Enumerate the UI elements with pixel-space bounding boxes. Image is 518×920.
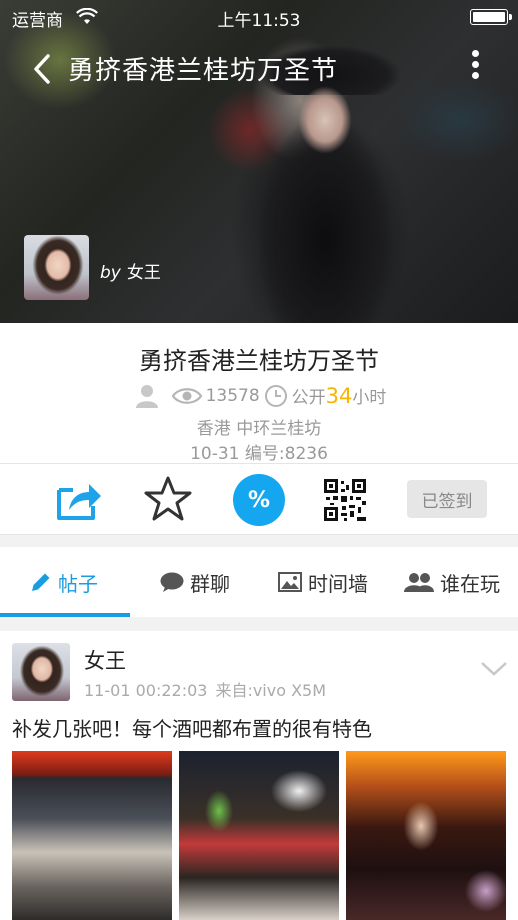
owner-avatar[interactable] [24,235,89,300]
tab-posts[interactable]: 帖子 [30,547,98,617]
status-bar: 运营商 上午11:53 [0,0,518,34]
cover-photo-figure [250,60,400,323]
clock-icon [264,384,287,407]
eye-icon [171,387,202,404]
active-tab-indicator [0,613,130,617]
event-info-card: 勇挤香港兰桂坊万圣节 13578 公开 34 小时 香港 中环兰桂坊 10-31… [0,323,518,464]
tag-icon[interactable]: % [233,474,285,526]
header-title: 勇挤香港兰桂坊万圣节 [68,56,339,86]
tab-time-wall-label: 时间墙 [308,571,368,596]
pencil-icon [32,573,50,591]
post-card[interactable]: 女王 11-01 00:22:03 来自:vivo X5M 补发几张吧！每个酒吧都… [0,631,518,920]
post-author-name[interactable]: 女王 [84,645,126,675]
share-icon[interactable] [55,476,103,522]
favorite-star-icon[interactable] [143,475,193,523]
event-meta-row: 13578 公开 34 小时 [0,383,518,408]
image-icon [278,572,302,592]
checked-in-button[interactable]: 已签到 [407,480,487,518]
event-title: 勇挤香港兰桂坊万圣节 [139,347,379,375]
chevron-down-icon[interactable] [480,661,508,677]
post-photo[interactable] [346,751,506,920]
view-count: 13578 [205,385,260,406]
chat-bubble-icon [160,572,184,592]
post-source: 来自:vivo X5M [215,681,327,700]
event-date-code: 10-31 编号:8236 [190,444,328,464]
post-photo[interactable] [179,751,339,920]
duration-hours: 34 [325,383,353,408]
event-location: 香港 中环兰桂坊 [196,419,322,439]
tab-bar: 帖子 群聊 时间墙 谁在玩 [0,547,518,617]
tab-group-chat[interactable]: 群聊 [160,547,230,617]
post-author-avatar[interactable] [12,643,70,701]
post-meta: 11-01 00:22:03 来自:vivo X5M [84,677,326,701]
duration-unit: 小时 [352,388,387,408]
battery-icon [470,9,512,25]
tab-posts-label: 帖子 [58,571,98,596]
tab-who-is-playing[interactable]: 谁在玩 [404,547,500,617]
owner-name: 女王 [126,263,161,283]
tab-time-wall[interactable]: 时间墙 [278,547,368,617]
action-bar: % 已签到 [0,463,518,535]
owner-byline[interactable]: by 女王 [100,258,161,283]
post-text: 补发几张吧！每个酒吧都布置的很有特色 [12,717,372,741]
person-icon [135,384,158,408]
status-time: 上午11:53 [217,11,301,31]
hero-cover-image: 运营商 上午11:53 勇挤香港兰桂坊万圣节 by 女王 [0,0,518,323]
people-icon [404,573,434,592]
by-label: by [100,263,121,283]
more-options-icon[interactable] [468,50,482,86]
back-arrow-icon[interactable] [30,52,54,86]
post-timestamp: 11-01 00:22:03 [84,681,208,700]
post-photo[interactable] [12,751,172,920]
qr-code-icon[interactable] [324,479,366,521]
visibility-label: 公开 [291,388,326,408]
tab-who-is-playing-label: 谁在玩 [440,571,500,596]
tab-group-chat-label: 群聊 [190,571,230,596]
